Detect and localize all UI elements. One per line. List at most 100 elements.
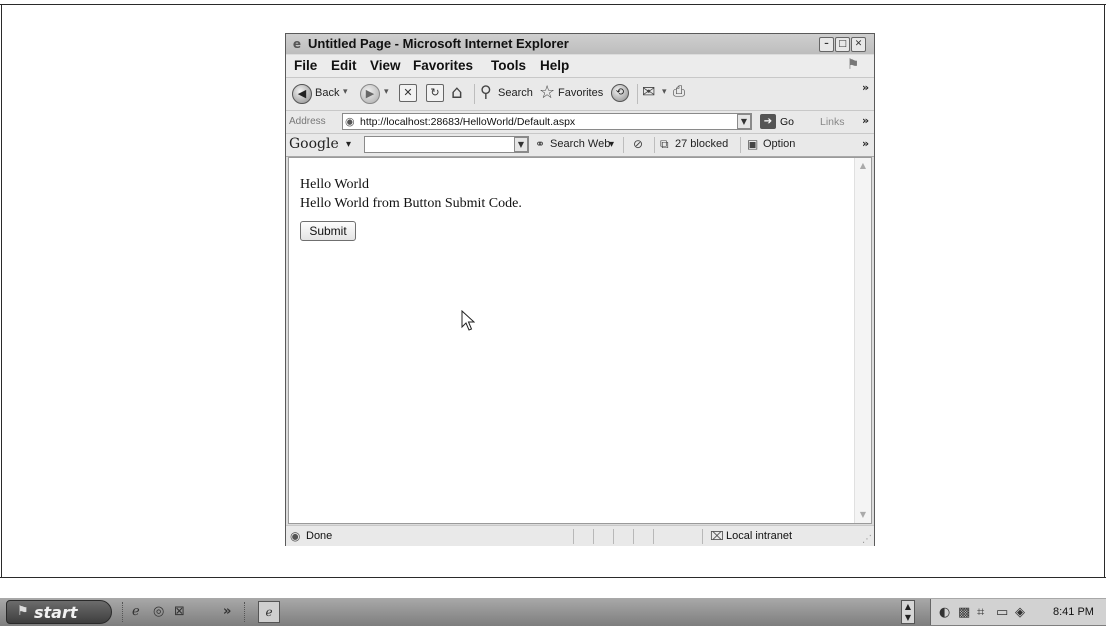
search-icon[interactable]: ⚲ <box>480 82 492 101</box>
tray-network-icon[interactable]: ⌗ <box>977 605 984 620</box>
submit-button[interactable]: Submit <box>300 221 356 241</box>
address-bar: Address ◉ http://localhost:28683/HelloWo… <box>286 111 874 134</box>
windows-flag-icon: ⚑ <box>17 604 29 619</box>
options-icon[interactable]: ▣ <box>747 137 758 151</box>
taskbar-ie-window-button[interactable]: ℯ <box>258 601 280 623</box>
mail-dropdown-icon[interactable]: ▾ <box>662 87 667 97</box>
mouse-pointer-icon <box>461 310 475 331</box>
links-overflow-chevron-icon[interactable]: » <box>862 114 869 127</box>
google-menu-dropdown-icon[interactable]: ▾ <box>346 139 351 150</box>
title-bar[interactable]: e Untitled Page - Microsoft Internet Exp… <box>286 34 874 54</box>
back-button-label[interactable]: Back <box>315 87 339 99</box>
clock[interactable]: 8:41 PM <box>1053 606 1094 618</box>
status-divider <box>633 529 634 544</box>
start-button[interactable]: ⚑ start <box>6 600 112 624</box>
search-button-label[interactable]: Search <box>498 87 533 99</box>
resize-grip-icon[interactable]: ⋰ <box>862 534 872 545</box>
status-divider <box>593 529 594 544</box>
tray-update-icon[interactable]: ▩ <box>958 605 970 620</box>
address-url[interactable]: http://localhost:28683/HelloWorld/Defaul… <box>360 116 575 128</box>
system-tray: ◐ ▩ ⌗ ▭ ◈ 8:41 PM <box>930 599 1106 625</box>
search-web-dropdown-icon[interactable]: ▾ <box>609 139 614 150</box>
links-label[interactable]: Links <box>820 116 845 128</box>
binoculars-icon[interactable]: ⚭ <box>535 137 545 151</box>
pagerank-icon[interactable]: ⊘ <box>633 137 643 151</box>
forward-dropdown-icon[interactable]: ▾ <box>384 87 389 97</box>
taskbar-grip[interactable] <box>244 602 248 622</box>
favorites-button-label[interactable]: Favorites <box>558 87 603 99</box>
close-button[interactable]: ✕ <box>851 37 866 52</box>
tray-display-icon[interactable]: ▭ <box>996 605 1008 620</box>
stop-icon[interactable]: ✕ <box>399 84 417 102</box>
ie-logo-icon: e <box>292 37 302 51</box>
quicklaunch-media-icon[interactable]: ◎ <box>153 604 164 619</box>
toolbar-separator <box>623 137 624 153</box>
page-icon: ◉ <box>345 115 355 128</box>
page-done-icon: ◉ <box>290 529 301 543</box>
go-arrow-icon[interactable]: ➔ <box>760 114 776 129</box>
scroll-up-icon[interactable]: ▲ <box>857 160 869 172</box>
print-icon[interactable]: ⎙ <box>673 82 685 100</box>
standard-toolbar: ◀ Back ▾ ▶ ▾ ✕ ↻ ⌂ ⚲ Search ☆ Favorites … <box>286 78 874 111</box>
toolbar-separator <box>654 137 655 153</box>
refresh-icon[interactable]: ↻ <box>426 84 444 102</box>
menu-bar: File Edit View Favorites Tools Help ⚑ <box>286 55 874 78</box>
history-icon[interactable]: ⟲ <box>611 84 629 102</box>
mail-icon[interactable]: ✉ <box>642 82 655 101</box>
toolbar-separator <box>740 137 741 153</box>
start-label: start <box>34 603 78 622</box>
toolbar-separator <box>474 84 475 104</box>
forward-icon[interactable]: ▶ <box>360 84 380 104</box>
toolbar-separator <box>637 84 638 104</box>
status-divider <box>613 529 614 544</box>
quicklaunch-ie-icon[interactable]: ℯ <box>132 604 140 619</box>
menu-favorites[interactable]: Favorites <box>413 58 473 73</box>
quicklaunch-grip[interactable] <box>122 602 126 622</box>
menu-edit[interactable]: Edit <box>331 58 357 73</box>
back-icon[interactable]: ◀ <box>292 84 312 104</box>
scroll-down-icon[interactable]: ▼ <box>857 509 869 521</box>
vertical-scrollbar[interactable]: ▲ ▼ <box>854 158 871 523</box>
menu-file[interactable]: File <box>294 58 317 73</box>
google-logo[interactable]: Google <box>289 136 339 152</box>
address-dropdown-icon[interactable]: ▼ <box>737 114 751 129</box>
window-title: Untitled Page - Microsoft Internet Explo… <box>308 36 569 51</box>
address-input[interactable]: ◉ http://localhost:28683/HelloWorld/Defa… <box>342 113 752 130</box>
page-frame-top <box>0 4 1106 5</box>
options-label[interactable]: Option <box>763 138 795 150</box>
intranet-zone-icon: ⌧ <box>710 529 724 543</box>
status-divider <box>573 529 574 544</box>
quicklaunch-outlook-icon[interactable]: ⊠ <box>174 604 185 619</box>
minimize-button[interactable]: – <box>819 37 834 52</box>
google-search-dropdown-icon[interactable]: ▼ <box>514 137 528 152</box>
status-divider <box>653 529 654 544</box>
google-toolbar: Google ▾ ▼ ⚭ Search Web ▾ ⊘ ⧉ 27 blocked… <box>286 134 874 157</box>
taskbar: ⚑ start ℯ ◎ ⊠ » ℯ ▲ ▼ ◐ ▩ ⌗ ▭ ◈ 8:41 PM <box>0 598 1106 626</box>
home-icon[interactable]: ⌂ <box>451 82 462 103</box>
hello-world-submit-text: Hello World from Button Submit Code. <box>300 196 522 211</box>
google-search-input[interactable]: ▼ <box>364 136 529 153</box>
google-overflow-chevron-icon[interactable]: » <box>862 137 869 150</box>
status-text: Done <box>306 530 333 542</box>
maximize-button[interactable]: □ <box>835 37 850 52</box>
menu-help[interactable]: Help <box>540 58 569 73</box>
back-dropdown-icon[interactable]: ▾ <box>343 87 348 97</box>
tray-info-icon[interactable]: ◐ <box>939 605 950 620</box>
menu-tools[interactable]: Tools <box>491 58 526 73</box>
address-label: Address <box>289 116 326 127</box>
toolbar-overflow-chevron-icon[interactable]: » <box>862 81 869 94</box>
menu-view[interactable]: View <box>370 58 401 73</box>
tray-volume-icon[interactable]: ◈ <box>1015 605 1025 620</box>
popup-blocker-icon[interactable]: ⧉ <box>660 137 669 152</box>
page-frame-bottom <box>0 577 1106 578</box>
favorites-star-icon[interactable]: ☆ <box>539 82 555 103</box>
search-web-label[interactable]: Search Web <box>550 138 610 150</box>
tray-scroll-icon[interactable]: ▲ ▼ <box>901 600 915 624</box>
security-zone-text: Local intranet <box>726 530 793 542</box>
windows-logo-icon: ⚑ <box>846 57 860 73</box>
quicklaunch-overflow-chevron-icon[interactable]: » <box>223 604 231 619</box>
go-button-label[interactable]: Go <box>780 116 794 128</box>
popups-blocked-label[interactable]: 27 blocked <box>675 138 728 150</box>
hello-world-text: Hello World <box>300 177 369 192</box>
page-content: Hello World Hello World from Button Subm… <box>288 157 872 524</box>
